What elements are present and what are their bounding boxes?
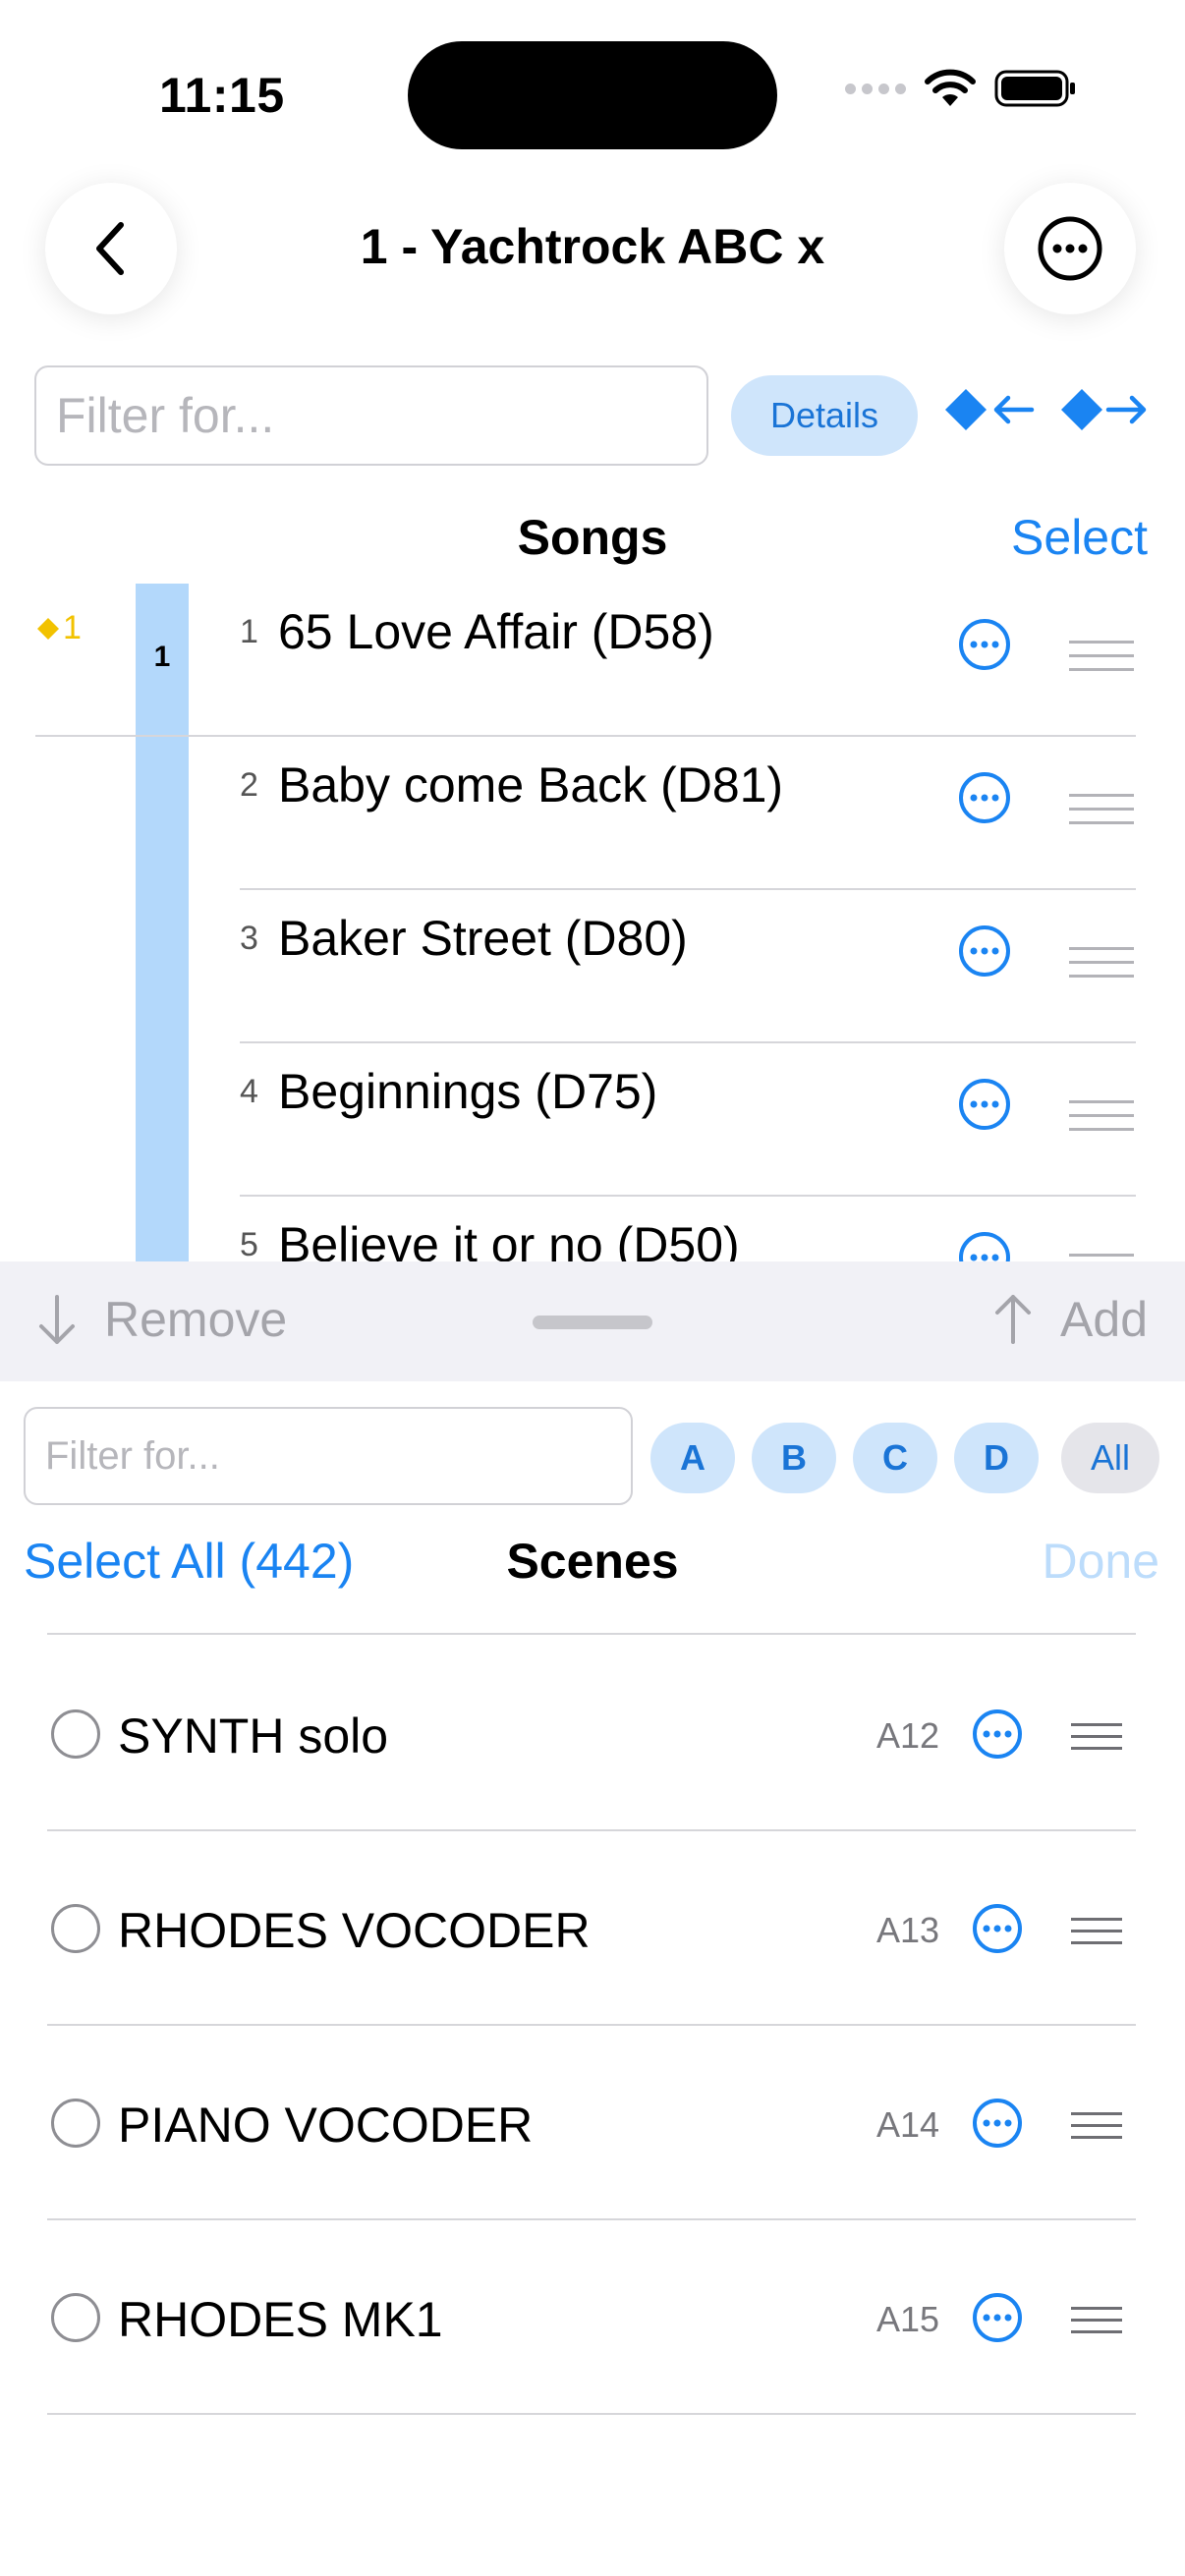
bank-all-button[interactable]: All: [1061, 1423, 1159, 1493]
next-marker-button[interactable]: [1057, 385, 1156, 434]
status-time: 11:15: [159, 68, 285, 123]
scene-row[interactable]: RHODES MK1 A15: [0, 2220, 1185, 2415]
ellipsis-circle-icon: [1038, 216, 1102, 281]
scene-code: A15: [876, 2299, 940, 2339]
song-row[interactable]: 1 65 Love Affair (D58): [0, 584, 1185, 737]
song-row[interactable]: 5 Believe it or no (D50): [0, 1197, 1185, 1261]
scene-select-radio[interactable]: [51, 1709, 100, 1759]
song-name: 65 Love Affair (D58): [278, 604, 714, 659]
add-button[interactable]: Add: [991, 1291, 1148, 1348]
row-divider: [47, 1633, 1136, 1635]
dynamic-island: [408, 41, 777, 149]
drag-handle-icon[interactable]: [1069, 639, 1134, 674]
scene-select-radio[interactable]: [51, 2293, 100, 2342]
previous-marker-button[interactable]: [941, 385, 1040, 434]
select-songs-button[interactable]: Select: [1011, 509, 1148, 566]
battery-icon: [994, 70, 1075, 107]
scene-name: RHODES MK1: [118, 2292, 443, 2347]
song-row[interactable]: 4 Beginnings (D75): [0, 1043, 1185, 1197]
song-number: 5: [240, 1226, 258, 1261]
scenes-filter-input[interactable]: Filter for...: [24, 1407, 633, 1505]
song-number: 2: [240, 766, 258, 804]
ellipsis-circle-icon[interactable]: [957, 1230, 1012, 1261]
song-name: Believe it or no (D50): [278, 1217, 740, 1261]
status-indicators: [845, 69, 1077, 108]
scene-code: A13: [876, 1910, 940, 1950]
back-button[interactable]: [45, 183, 177, 314]
song-number: 4: [240, 1073, 258, 1110]
arrow-up-icon: [995, 1295, 1032, 1344]
remove-label: Remove: [104, 1292, 288, 1347]
songs-list: 1 1 1 65 Love Affair (D58) 2 Baby come B…: [0, 584, 1185, 1261]
row-divider: [47, 2413, 1136, 2415]
drag-handle-icon[interactable]: [1069, 792, 1134, 827]
ellipsis-circle-icon[interactable]: [957, 617, 1012, 672]
chevron-left-icon: [96, 222, 124, 275]
scene-name: SYNTH solo: [118, 1708, 389, 1764]
arrow-down-icon: [39, 1295, 75, 1344]
drag-handle-icon[interactable]: [1071, 1917, 1122, 1946]
page-title: 1 - Yachtrock ABC x: [360, 219, 825, 274]
song-row[interactable]: 3 Baker Street (D80): [0, 890, 1185, 1043]
done-button[interactable]: Done: [1042, 1533, 1159, 1590]
scene-row[interactable]: SYNTH solo A12: [0, 1637, 1185, 1831]
details-button[interactable]: Details: [731, 375, 918, 456]
wifi-icon: [925, 69, 976, 106]
song-row[interactable]: 2 Baby come Back (D81): [0, 737, 1185, 890]
select-all-button[interactable]: Select All (442): [24, 1533, 354, 1590]
ellipsis-circle-icon[interactable]: [957, 1077, 1012, 1132]
drag-handle-icon[interactable]: [1071, 2306, 1122, 2335]
more-options-button[interactable]: [1004, 183, 1136, 314]
ellipsis-circle-icon[interactable]: [971, 2291, 1024, 2344]
scene-select-radio[interactable]: [51, 2099, 100, 2148]
scene-code: A14: [876, 2104, 940, 2145]
drag-handle-icon[interactable]: [1069, 945, 1134, 980]
signal-dots-icon: [845, 83, 906, 94]
drag-handle-icon[interactable]: [1069, 1098, 1134, 1134]
bank-b-button[interactable]: B: [752, 1423, 836, 1493]
song-number: 1: [240, 613, 258, 650]
drag-handle-icon[interactable]: [1069, 1252, 1134, 1261]
ellipsis-circle-icon[interactable]: [971, 2097, 1024, 2150]
add-label: Add: [1060, 1292, 1148, 1347]
drag-handle-icon[interactable]: [1071, 1722, 1122, 1752]
scene-row[interactable]: PIANO VOCODER A14: [0, 2026, 1185, 2220]
ellipsis-circle-icon[interactable]: [971, 1708, 1024, 1761]
scene-select-radio[interactable]: [51, 1904, 100, 1953]
ellipsis-circle-icon[interactable]: [957, 770, 1012, 825]
songs-section-title: Songs: [517, 510, 668, 565]
resize-grabber[interactable]: [533, 1316, 652, 1329]
scene-name: PIANO VOCODER: [118, 2098, 534, 2153]
ellipsis-circle-icon[interactable]: [971, 1902, 1024, 1955]
song-name: Baker Street (D80): [278, 911, 688, 966]
drag-handle-icon[interactable]: [1071, 2111, 1122, 2141]
diamond-arrow-right-icon: [1061, 389, 1147, 430]
ellipsis-circle-icon[interactable]: [957, 924, 1012, 979]
song-number: 3: [240, 920, 258, 957]
scene-code: A12: [876, 1715, 940, 1756]
scene-row[interactable]: RHODES VOCODER A13: [0, 1831, 1185, 2026]
transfer-bar: Remove Add: [0, 1261, 1185, 1381]
song-name: Beginnings (D75): [278, 1064, 658, 1119]
bank-a-button[interactable]: A: [650, 1423, 735, 1493]
songs-filter-input[interactable]: Filter for...: [34, 365, 708, 466]
song-name: Baby come Back (D81): [278, 757, 784, 812]
bank-d-button[interactable]: D: [954, 1423, 1039, 1493]
bank-c-button[interactable]: C: [853, 1423, 937, 1493]
diamond-arrow-left-icon: [945, 389, 1035, 430]
remove-button[interactable]: Remove: [35, 1291, 287, 1348]
scene-name: RHODES VOCODER: [118, 1903, 591, 1958]
